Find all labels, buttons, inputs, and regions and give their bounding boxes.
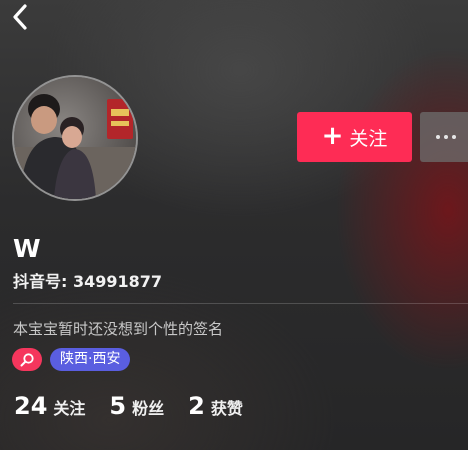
stats-bar: 24 关注 5 粉丝 2 获赞 xyxy=(14,392,243,420)
location-tag[interactable]: 陕西·西安 xyxy=(50,348,131,371)
avatar[interactable] xyxy=(12,75,138,201)
following-count: 24 xyxy=(14,392,48,420)
signature: 本宝宝暂时还没想到个性的签名 xyxy=(13,320,224,338)
search-icon xyxy=(20,352,34,366)
more-dot xyxy=(444,135,448,139)
back-button[interactable] xyxy=(6,2,36,32)
likes-count: 2 xyxy=(188,392,205,420)
chevron-left-icon xyxy=(13,4,27,30)
likes-stat[interactable]: 2 获赞 xyxy=(188,392,243,420)
divider xyxy=(13,303,468,304)
search-tag[interactable] xyxy=(12,348,42,371)
followers-count: 5 xyxy=(109,392,127,420)
nickname: W xyxy=(13,234,41,263)
more-button[interactable] xyxy=(420,112,468,162)
followers-stat[interactable]: 5 粉丝 xyxy=(109,392,164,420)
follow-button[interactable]: + 关注 xyxy=(297,112,412,162)
likes-label: 获赞 xyxy=(210,399,243,418)
douyin-id: 抖音号: 34991877 xyxy=(13,272,163,291)
avatar-photo xyxy=(14,77,136,199)
following-stat[interactable]: 24 关注 xyxy=(14,392,85,420)
follow-label: 关注 xyxy=(349,127,388,150)
more-dot xyxy=(452,135,456,139)
plus-icon: + xyxy=(321,120,344,151)
following-label: 关注 xyxy=(53,399,86,418)
more-dots-icon xyxy=(436,135,440,139)
followers-label: 粉丝 xyxy=(132,399,165,418)
